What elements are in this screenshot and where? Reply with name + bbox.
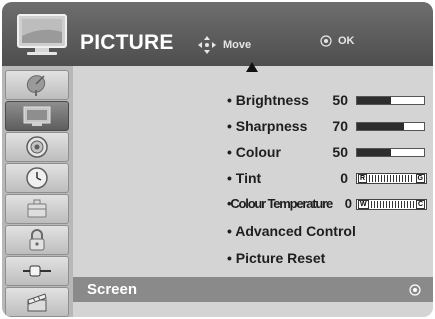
satellite-dish-icon [26, 75, 46, 96]
menu-item-picture-reset[interactable]: • Picture Reset [227, 250, 325, 266]
category-sidebar [2, 66, 73, 317]
sidebar-item-audio[interactable] [5, 132, 69, 162]
tint-right-end: G [415, 174, 425, 183]
menu-item-sharpness[interactable]: • Sharpness [227, 118, 307, 134]
sharpness-value: 70 [332, 118, 348, 134]
sharpness-slider[interactable] [356, 122, 425, 131]
page-title: PICTURE [80, 31, 174, 54]
ok-button-icon [409, 284, 421, 296]
menu-item-colour-temperature[interactable]: •Colour Temperature [227, 196, 333, 211]
screen-label: Screen [87, 281, 138, 298]
ok-label: OK [338, 35, 355, 47]
colour-slider[interactable] [356, 148, 425, 157]
menu-item-brightness[interactable]: • Brightness [227, 92, 309, 108]
menu-frame: PICTURE Move OK • Brightness 50 • Sharpn… [2, 2, 433, 317]
tint-left-end: R [358, 174, 368, 183]
colour-value: 50 [332, 144, 348, 160]
navigation-arrows-icon [198, 36, 216, 54]
tint-dial[interactable]: R G [356, 173, 427, 184]
sidebar-item-lock[interactable] [5, 225, 69, 255]
menu-item-advanced-control[interactable]: • Advanced Control [227, 223, 356, 239]
colour-temperature-ticks [370, 201, 414, 208]
ok-hint: OK [320, 35, 355, 47]
tv-icon [23, 106, 51, 126]
picture-menu-osd: PICTURE Move OK • Brightness 50 • Sharpn… [0, 0, 435, 319]
colour-temperature-value: 0 [344, 196, 352, 211]
brightness-value: 50 [332, 92, 348, 108]
colour-slider-fill [357, 149, 391, 156]
tv-icon [17, 14, 67, 55]
ok-button-icon [320, 35, 332, 47]
brightness-slider-fill [357, 97, 391, 104]
lock-icon [29, 229, 45, 251]
scroll-up-arrow-icon[interactable] [246, 62, 258, 72]
clock-icon [26, 167, 48, 189]
input-plug-icon [23, 265, 51, 277]
move-hint: Move [197, 35, 251, 55]
brightness-slider[interactable] [356, 96, 425, 105]
colour-temperature-dial[interactable]: W C [356, 199, 427, 210]
sidebar-item-picture[interactable] [5, 101, 69, 131]
sidebar-item-option[interactable] [5, 194, 69, 224]
sidebar-item-time[interactable] [5, 163, 69, 193]
briefcase-icon [27, 199, 47, 218]
menu-item-screen[interactable]: Screen [73, 277, 433, 302]
menu-header: PICTURE Move OK [2, 2, 433, 66]
sidebar-item-media[interactable] [5, 287, 69, 317]
sharpness-slider-fill [357, 123, 404, 130]
colour-temperature-left-end: W [358, 200, 369, 209]
colour-temperature-right-end: C [415, 200, 425, 209]
menu-item-tint[interactable]: • Tint [227, 170, 261, 186]
sidebar-item-input[interactable] [5, 256, 69, 286]
tint-ticks [369, 175, 414, 182]
clapperboard-icon [27, 293, 47, 312]
tint-value: 0 [340, 170, 348, 186]
speaker-icon [26, 136, 48, 158]
menu-item-colour[interactable]: • Colour [227, 144, 281, 160]
sidebar-item-setup[interactable] [5, 70, 69, 100]
move-label: Move [223, 39, 252, 51]
